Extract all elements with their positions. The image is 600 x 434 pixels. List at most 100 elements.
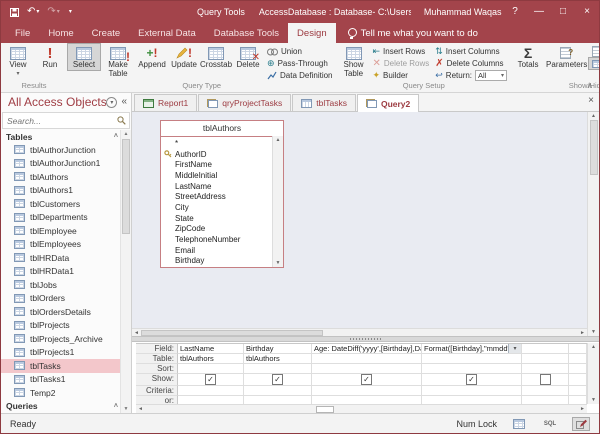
nav-item-tbljobs[interactable]: tblJobs <box>1 278 121 292</box>
grid-criteria-cell-col2[interactable] <box>244 386 312 396</box>
show-checkbox[interactable] <box>540 374 551 385</box>
design-view-button[interactable] <box>572 417 590 431</box>
scroll-down-icon[interactable]: ▼ <box>124 405 129 413</box>
close-document-icon[interactable]: × <box>588 95 594 107</box>
grid-table-cell-col3[interactable] <box>312 354 422 364</box>
redo-icon[interactable]: ↷▾ <box>47 7 59 17</box>
tell-me-box[interactable]: Tell me what you want to do <box>348 23 478 43</box>
delete-query-button[interactable]: ✕ Delete <box>232 44 264 70</box>
nav-item-tblemployee[interactable]: tblEmployee <box>1 224 121 238</box>
insert-columns-button[interactable]: ⇅ Insert Columns <box>432 46 510 57</box>
ribbon-tab-database-tools[interactable]: Database Tools <box>205 23 288 43</box>
collapse-ribbon-icon[interactable]: ∧ <box>587 81 593 90</box>
shutter-bar-close-icon[interactable]: « <box>121 97 127 107</box>
grid-field-cell-col3[interactable]: Age: DateDiff('yyyy',[Birthday],Date()) <box>312 344 422 354</box>
nav-item-tblprojects[interactable]: tblProjects <box>1 319 121 333</box>
doc-tab-report1[interactable]: Report1 <box>134 94 197 111</box>
data-definition-button[interactable]: Data Definition <box>264 70 335 81</box>
crosstab-button[interactable]: Crosstab <box>200 44 232 70</box>
return-dropdown[interactable]: All ▾ <box>475 70 507 81</box>
grid-sort-cell-col2[interactable] <box>244 364 312 374</box>
scroll-up-icon[interactable]: ▲ <box>276 136 281 144</box>
doc-tab-query2[interactable]: Query2 <box>357 94 419 112</box>
search-input[interactable] <box>7 116 117 126</box>
nav-pane-menu-icon[interactable]: ▾ <box>106 97 117 108</box>
scroll-thumb[interactable] <box>141 330 323 336</box>
grid-sort-cell-col5[interactable] <box>522 364 569 374</box>
totals-button[interactable]: Σ Totals <box>512 44 544 70</box>
field-row-zipcode[interactable]: ZipCode <box>164 224 271 235</box>
user-account[interactable]: Muhammad Waqas <box>424 7 502 17</box>
scroll-right-icon[interactable]: ► <box>578 330 587 336</box>
show-checkbox[interactable] <box>466 374 477 385</box>
delete-columns-button[interactable]: ✗ Delete Columns <box>432 58 510 69</box>
grid-field-cell-col5[interactable] <box>522 344 569 354</box>
undo-icon[interactable]: ↶▾ <box>27 7 39 17</box>
make-table-button[interactable]: ! Make Table <box>100 44 136 78</box>
table-names-button[interactable]: Table Names <box>589 58 600 69</box>
scroll-down-icon[interactable]: ▼ <box>591 396 596 404</box>
field-list-title[interactable]: tblAuthors <box>161 121 283 137</box>
field-row-star[interactable]: * <box>164 138 271 149</box>
field-list-tblauthors[interactable]: tblAuthors *AuthorIDFirstNameMiddleIniti… <box>160 120 284 268</box>
nav-group-tables[interactable]: Tables˄ <box>1 130 121 143</box>
scroll-thumb[interactable] <box>122 139 130 234</box>
insert-rows-button[interactable]: ⇤ Insert Rows <box>370 46 433 57</box>
nav-item-tbltasks1[interactable]: tblTasks1 <box>1 373 121 387</box>
union-button[interactable]: Union <box>264 46 335 57</box>
maximize-button[interactable]: □ <box>551 1 575 23</box>
scroll-down-icon[interactable]: ▼ <box>591 328 596 336</box>
select-query-button[interactable]: Select <box>68 44 100 70</box>
grid-sort-cell-col4[interactable] <box>422 364 522 374</box>
field-combo-dropdown-icon[interactable]: ▾ <box>508 344 521 353</box>
field-row-telephonenumber[interactable]: TelephoneNumber <box>164 234 271 245</box>
view-dropdown-icon[interactable]: ▾ <box>16 70 19 79</box>
show-checkbox[interactable] <box>272 374 283 385</box>
doc-tab-qryprojecttasks[interactable]: qryProjectTasks <box>198 94 291 111</box>
nav-item-find-duplicates-for-tblauthors[interactable]: Find duplicates for tblAuthors <box>1 413 121 414</box>
nav-item-tblauthorjunction[interactable]: tblAuthorJunction <box>1 143 121 157</box>
pass-through-button[interactable]: ⊕ Pass-Through <box>264 58 335 69</box>
show-checkbox[interactable] <box>205 374 216 385</box>
field-row-authorid[interactable]: AuthorID <box>164 149 271 160</box>
nav-item-tblauthorjunction1[interactable]: tblAuthorJunction1 <box>1 157 121 171</box>
scroll-thumb[interactable] <box>590 120 598 175</box>
grid-sort-cell-col1[interactable] <box>178 364 244 374</box>
scroll-thumb[interactable] <box>316 406 334 413</box>
sql-view-button[interactable]: SQL <box>541 417 559 431</box>
nav-item-tblprojects-archive[interactable]: tblProjects_Archive <box>1 332 121 346</box>
query-design-surface[interactable]: tblAuthors *AuthorIDFirstNameMiddleIniti… <box>132 112 587 328</box>
nav-item-tblhrdata1[interactable]: tblHRData1 <box>1 265 121 279</box>
grid-criteria-cell-col4[interactable] <box>422 386 522 396</box>
update-button[interactable]: ! Update <box>168 44 200 70</box>
design-vertical-scrollbar[interactable]: ▲ ▼ <box>587 112 599 336</box>
field-row-state[interactable]: State <box>164 213 271 224</box>
scroll-down-icon[interactable]: ▼ <box>276 259 281 267</box>
ribbon-tab-create[interactable]: Create <box>83 23 130 43</box>
property-sheet-button[interactable]: Property Sheet <box>589 46 600 57</box>
append-button[interactable]: +! Append <box>136 44 168 70</box>
show-checkbox[interactable] <box>361 374 372 385</box>
contextual-tab-query-tools[interactable]: Query Tools <box>197 7 245 17</box>
run-button[interactable]: ! Run <box>34 44 66 70</box>
nav-item-tblauthors[interactable]: tblAuthors <box>1 170 121 184</box>
scroll-up-icon[interactable]: ▲ <box>591 112 596 120</box>
parameters-button[interactable]: ? Parameters <box>544 44 589 70</box>
ribbon-tab-file[interactable]: File <box>6 23 39 43</box>
builder-button[interactable]: ✦ Builder <box>370 70 433 81</box>
datasheet-view-button[interactable] <box>510 417 528 431</box>
grid-table-cell-col5[interactable] <box>522 354 569 364</box>
scroll-right-icon[interactable]: ► <box>578 406 587 412</box>
view-button[interactable]: View ▾ <box>2 44 34 78</box>
nav-item-tbltasks[interactable]: tblTasks <box>1 359 121 373</box>
nav-item-tbldepartments[interactable]: tblDepartments <box>1 211 121 225</box>
customize-qat-icon[interactable]: ▾ <box>68 7 72 17</box>
nav-item-temp2[interactable]: Temp2 <box>1 386 121 400</box>
nav-group-queries[interactable]: Queries˄ <box>1 400 121 413</box>
delete-rows-button[interactable]: ✕ Delete Rows <box>370 58 433 69</box>
nav-item-tblprojects1[interactable]: tblProjects1 <box>1 346 121 360</box>
ribbon-tab-external-data[interactable]: External Data <box>129 23 205 43</box>
scroll-left-icon[interactable]: ◄ <box>132 330 141 336</box>
ribbon-tab-design[interactable]: Design <box>288 23 336 43</box>
show-table-button[interactable]: Show Table <box>338 44 370 78</box>
